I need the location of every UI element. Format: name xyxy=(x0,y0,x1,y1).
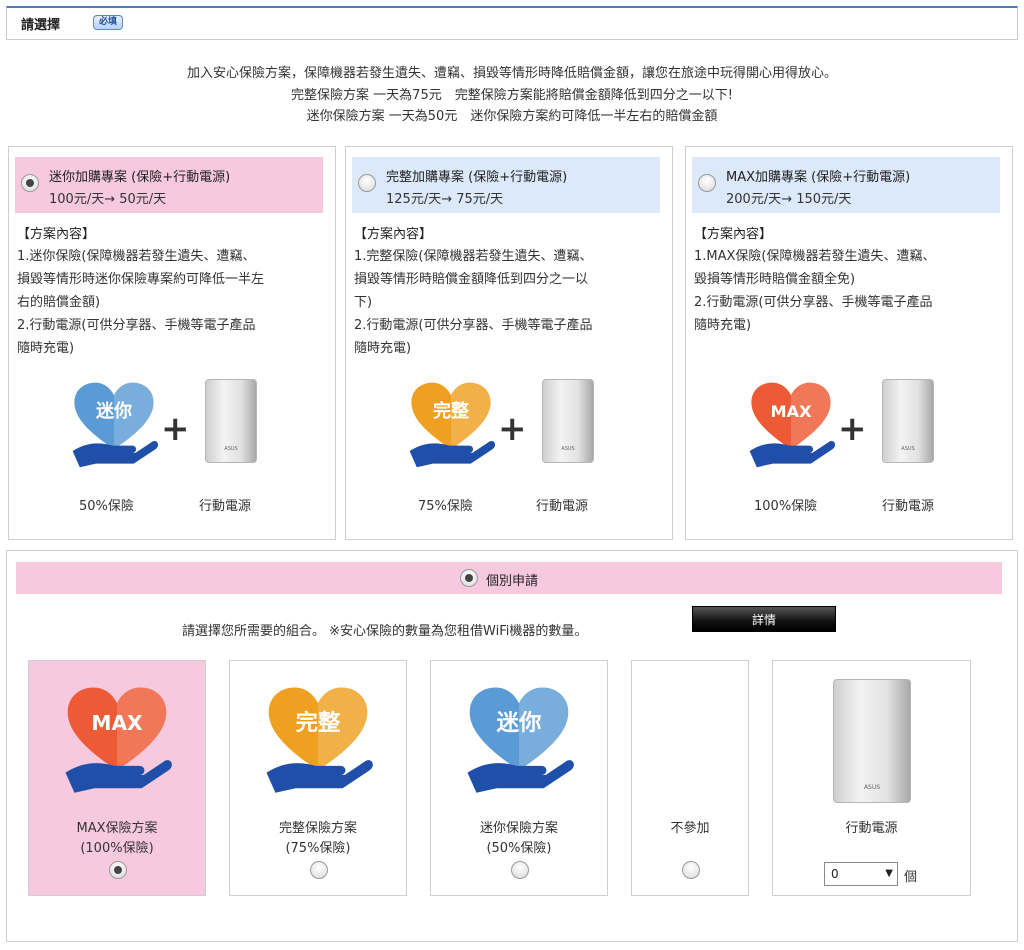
content-line: 損毀等情形時賠償金額降低到四分之一以 xyxy=(354,272,589,287)
details-button[interactable]: 詳情 xyxy=(692,606,836,632)
option-label: 不參加 xyxy=(670,821,710,836)
option-sublabel: (75%保險) xyxy=(285,841,351,856)
option-label: 迷你保險方案 xyxy=(479,821,558,836)
quantity-value: 0 xyxy=(831,867,839,881)
header-title: 請選擇 xyxy=(21,18,61,33)
intro-line-2: 完整保險方案 一天為75元 完整保險方案能將賠償金額降低到四分之一以下! xyxy=(291,88,733,103)
intro-line-3: 迷你保險方案 一天為50元 迷你保險方案約可降低一半左右的賠償金額 xyxy=(306,109,718,124)
selection-header: 請選擇 必填 xyxy=(6,6,1018,40)
plan-content-title: 【方案內容】 xyxy=(694,227,773,242)
plan-price: 100元/天→ 50元/天 xyxy=(49,192,167,207)
plan-content-title: 【方案內容】 xyxy=(17,227,96,242)
plan-content-title: 【方案內容】 xyxy=(354,227,433,242)
heart-hand-mini-icon: 迷你 xyxy=(467,687,574,793)
plan-content: 1.迷你保險(保障機器若發生遺失、遭竊、 損毀等情形時迷你保險專案約可降低一半左… xyxy=(17,245,325,360)
content-line: 隨時充電) xyxy=(354,341,412,356)
heart-text: 完整 xyxy=(433,400,469,422)
plus-icon: + xyxy=(838,409,867,449)
option-radio-complete[interactable] xyxy=(310,861,328,879)
powerbank-caption: 行動電源 xyxy=(199,499,252,514)
option-card-mini[interactable]: 迷你 迷你保險方案 (50%保險) xyxy=(430,660,608,896)
plan-name: 完整加購專案 (保險+行動電源) xyxy=(386,170,568,185)
option-card-none[interactable]: 不參加 xyxy=(631,660,749,896)
plan-content: 1.MAX保險(保障機器若發生遺失、遭竊、 毀損等情形時賠償金額全免) 2.行動… xyxy=(694,245,1002,337)
content-line: 2.行動電源(可供分享器、手機等電子產品 xyxy=(17,318,256,333)
plan-radio-max[interactable] xyxy=(698,174,716,192)
heart-text: 迷你 xyxy=(497,710,542,736)
quantity-unit: 個 xyxy=(904,870,918,885)
individual-label: 個別申請 xyxy=(486,574,539,589)
plan-card-mini: 迷你加購專案 (保險+行動電源) 100元/天→ 50元/天 【方案內容】 1.… xyxy=(8,146,336,540)
heart-text: 完整 xyxy=(296,709,341,736)
power-bank-icon: ASUS xyxy=(882,379,934,463)
content-line: 右的賠償金額) xyxy=(17,295,101,310)
power-bank-icon: ASUS xyxy=(205,379,257,463)
plan-price: 125元/天→ 75元/天 xyxy=(386,192,504,207)
heart-hand-complete-icon: 完整 xyxy=(409,382,496,468)
plan-option-mini[interactable]: 迷你加購專案 (保險+行動電源) 100元/天→ 50元/天 xyxy=(15,157,323,213)
plan-radio-mini[interactable] xyxy=(21,174,39,192)
heart-text: MAX xyxy=(91,711,143,735)
intro-line-1: 加入安心保險方案，保障機器若發生遺失、遭竊、損毀等情形時降低賠償金額，讓您在旅途… xyxy=(186,66,837,81)
heart-hand-max-icon: MAX xyxy=(65,687,172,793)
power-bank-logo: ASUS xyxy=(561,446,575,452)
option-card-complete[interactable]: 完整 完整保險方案 (75%保險) xyxy=(229,660,407,896)
power-bank-logo: ASUS xyxy=(901,446,915,452)
plan-content: 1.完整保險(保障機器若發生遺失、遭竊、 損毀等情形時賠償金額降低到四分之一以 … xyxy=(354,245,662,360)
powerbank-quantity-select[interactable]: 0 ▼ xyxy=(824,862,898,886)
content-line: 下) xyxy=(354,295,373,310)
power-bank-logo: ASUS xyxy=(863,784,881,791)
insurance-caption: 100%保險 xyxy=(754,499,818,514)
option-radio-mini[interactable] xyxy=(511,861,529,879)
insurance-caption: 50%保險 xyxy=(79,499,134,514)
plus-icon: + xyxy=(498,409,527,449)
heart-hand-complete-icon: 完整 xyxy=(266,687,373,793)
content-line: 1.迷你保險(保障機器若發生遺失、遭竊、 xyxy=(17,249,256,264)
option-card-max[interactable]: MAX MAX保險方案 (100%保險) xyxy=(28,660,206,896)
plan-option-max[interactable]: MAX加購專案 (保險+行動電源) 200元/天→ 150元/天 xyxy=(692,157,1000,213)
power-bank-icon: ASUS xyxy=(542,379,594,463)
insurance-caption: 75%保險 xyxy=(418,499,473,514)
heart-text: 迷你 xyxy=(95,400,132,422)
heart-text: MAX xyxy=(770,402,812,421)
content-line: 2.行動電源(可供分享器、手機等電子產品 xyxy=(694,295,933,310)
powerbank-caption: 行動電源 xyxy=(882,499,935,514)
power-bank-logo: ASUS xyxy=(224,446,238,452)
power-bank-icon: ASUS xyxy=(833,679,911,803)
chevron-down-icon: ▼ xyxy=(885,868,893,879)
heart-hand-mini-icon: 迷你 xyxy=(72,382,159,468)
option-sublabel: (100%保險) xyxy=(80,841,154,856)
required-badge: 必填 xyxy=(93,15,124,30)
plus-icon: + xyxy=(161,409,190,449)
content-line: 隨時充電) xyxy=(694,318,752,333)
plan-name: 迷你加購專案 (保險+行動電源) xyxy=(49,170,231,185)
option-label: 行動電源 xyxy=(845,821,898,836)
option-label: 完整保險方案 xyxy=(278,821,357,836)
option-label: MAX保險方案 xyxy=(76,821,158,836)
content-line: 毀損等情形時賠償金額全免) xyxy=(694,272,856,287)
option-sublabel: (50%保險) xyxy=(486,841,552,856)
choose-instruction: 請選擇您所需要的組合。 ※安心保險的數量為您租借WiFi機器的數量。 xyxy=(182,624,588,639)
individual-option[interactable]: 個別申請 xyxy=(16,562,1002,594)
option-radio-max[interactable] xyxy=(109,861,127,879)
powerbank-caption: 行動電源 xyxy=(536,499,589,514)
content-line: 1.完整保險(保障機器若發生遺失、遭竊、 xyxy=(354,249,593,264)
heart-hand-max-icon: MAX xyxy=(749,382,836,468)
plan-card-max: MAX加購專案 (保險+行動電源) 200元/天→ 150元/天 【方案內容】 … xyxy=(685,146,1013,540)
plan-option-complete[interactable]: 完整加購專案 (保險+行動電源) 125元/天→ 75元/天 xyxy=(352,157,660,213)
individual-radio[interactable] xyxy=(460,569,478,587)
content-line: 損毀等情形時迷你保險專案約可降低一半左 xyxy=(17,272,265,287)
content-line: 1.MAX保險(保障機器若發生遺失、遭竊、 xyxy=(694,249,936,264)
plan-card-complete: 完整加購專案 (保險+行動電源) 125元/天→ 75元/天 【方案內容】 1.… xyxy=(345,146,673,540)
content-line: 隨時充電) xyxy=(17,341,75,356)
option-card-powerbank: ASUS 行動電源 xyxy=(772,660,971,896)
plan-name: MAX加購專案 (保險+行動電源) xyxy=(726,170,911,185)
content-line: 2.行動電源(可供分享器、手機等電子產品 xyxy=(354,318,593,333)
option-radio-none[interactable] xyxy=(682,861,700,879)
plan-price: 200元/天→ 150元/天 xyxy=(726,192,852,207)
plan-radio-complete[interactable] xyxy=(358,174,376,192)
